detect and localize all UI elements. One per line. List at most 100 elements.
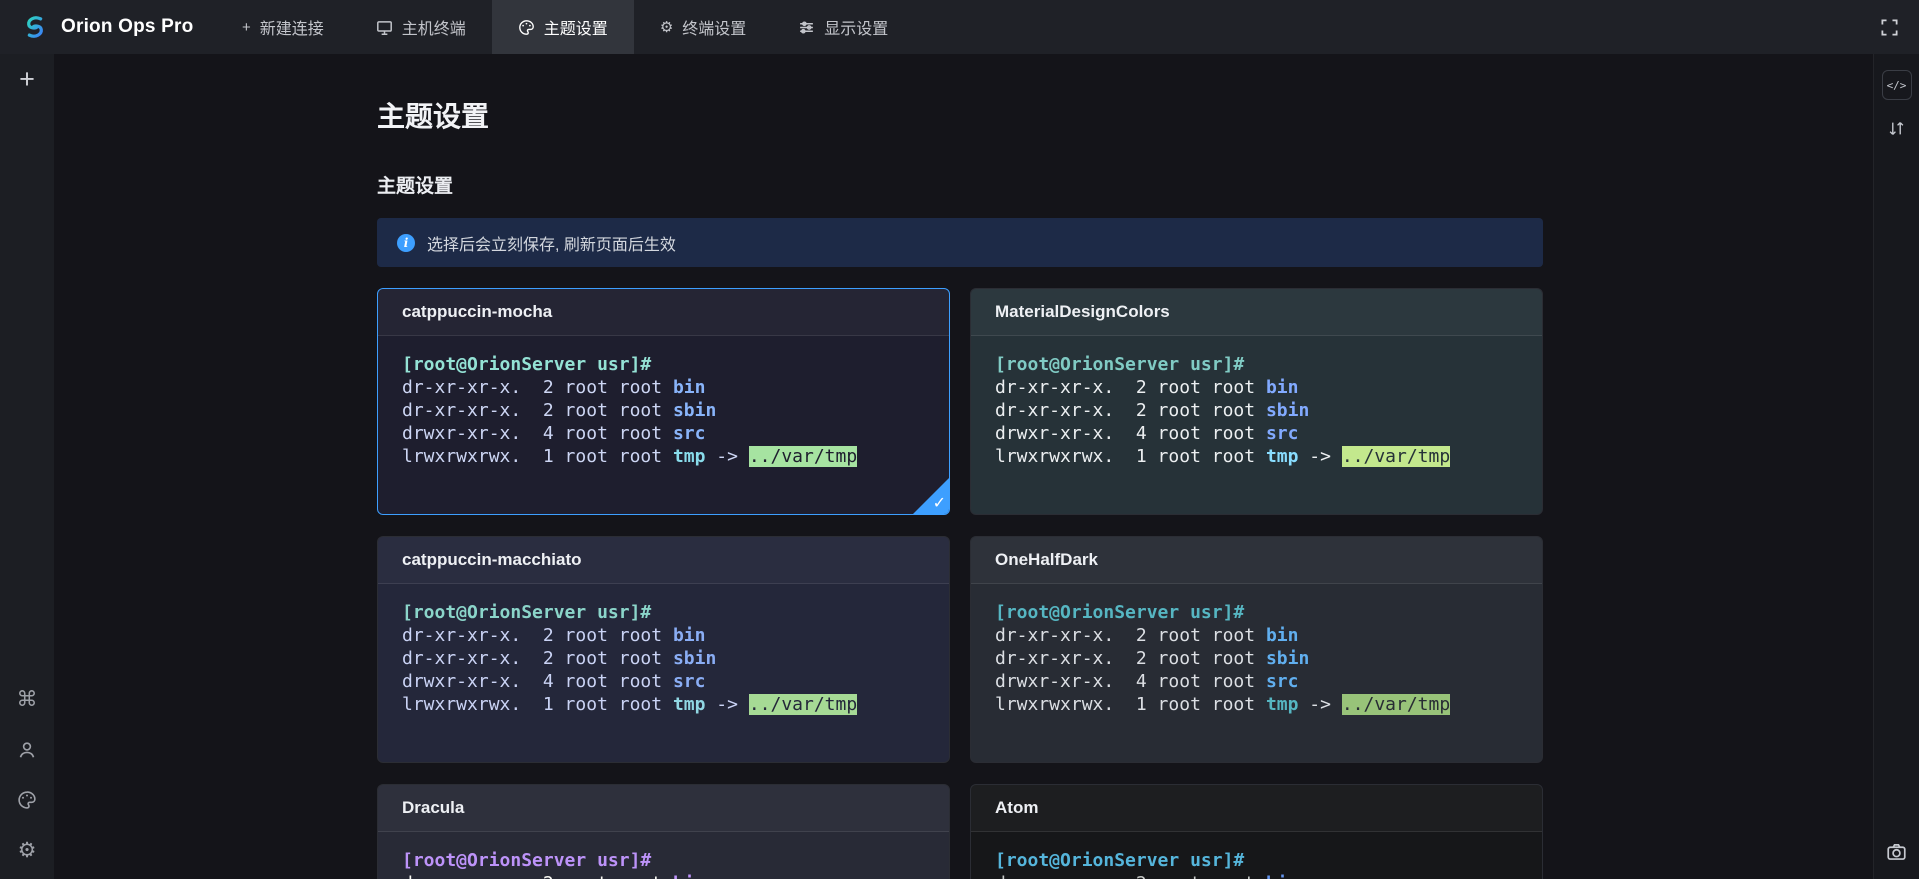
nav-item-terminal-settings[interactable]: ⚙ 终端设置 [634, 0, 772, 54]
sliders-icon [798, 19, 815, 36]
terminal-preview: [root@OrionServer usr]#dr-xr-xr-x. 2 roo… [971, 832, 1542, 879]
theme-card[interactable]: Dracula [root@OrionServer usr]#dr-xr-xr-… [377, 784, 950, 879]
left-rail: + ⌘ ⚙ [0, 54, 54, 879]
terminal-text: dr-xr-xr-x. 2 root root [995, 873, 1266, 879]
nav-item-label: 新建连接 [260, 15, 324, 39]
check-icon: ✓ [933, 496, 946, 512]
terminal-text: lrwxrwxrwx. 1 root root [402, 446, 673, 467]
settings-gear-icon[interactable]: ⚙ [18, 840, 37, 861]
app-title: Orion Ops Pro [61, 16, 193, 38]
terminal-target-text: ../var/tmp [749, 446, 857, 467]
info-alert: i 选择后会立刻保存, 刷新页面后生效 [377, 218, 1543, 267]
terminal-line: drwxr-xr-x. 4 root root src [995, 670, 1518, 693]
terminal-text: -> [705, 694, 748, 715]
theme-palette-icon[interactable] [17, 790, 37, 810]
theme-card-header: MaterialDesignColors [971, 289, 1542, 336]
nav-item-display-settings[interactable]: 显示设置 [772, 0, 914, 54]
terminal-prompt: [root@OrionServer usr]# [995, 601, 1518, 624]
terminal-dir-text: sbin [1266, 400, 1309, 421]
terminal-text: dr-xr-xr-x. 2 root root [995, 648, 1266, 669]
theme-card-header: OneHalfDark [971, 537, 1542, 584]
terminal-dir-text: sbin [673, 400, 716, 421]
terminal-text: drwxr-xr-x. 4 root root [995, 423, 1266, 444]
nav-item-host-terminal[interactable]: 主机终端 [350, 0, 492, 54]
theme-name: Atom [995, 798, 1038, 817]
theme-card-header: catppuccin-mocha [378, 289, 949, 336]
top-navbar: Orion Ops Pro + 新建连接 主机终端 [0, 0, 1919, 54]
terminal-line: drwxr-xr-x. 4 root root src [995, 422, 1518, 445]
terminal-text: dr-xr-xr-x. 2 root root [402, 873, 673, 879]
theme-card[interactable]: MaterialDesignColors [root@OrionServer u… [970, 288, 1543, 515]
theme-card[interactable]: catppuccin-mocha [root@OrionServer usr]#… [377, 288, 950, 515]
selected-check-badge: ✓ [912, 477, 950, 515]
theme-card-header: catppuccin-macchiato [378, 537, 949, 584]
terminal-text: dr-xr-xr-x. 2 root root [402, 377, 673, 398]
theme-name: catppuccin-macchiato [402, 550, 582, 569]
terminal-text: -> [1298, 446, 1341, 467]
terminal-dir-text: bin [1266, 377, 1299, 398]
terminal-line: dr-xr-xr-x. 2 root root bin [995, 376, 1518, 399]
app-brand[interactable]: Orion Ops Pro [0, 0, 216, 54]
terminal-text: dr-xr-xr-x. 2 root root [402, 400, 673, 421]
terminal-text: dr-xr-xr-x. 2 root root [995, 400, 1266, 421]
terminal-line: lrwxrwxrwx. 1 root root tmp -> ../var/tm… [402, 445, 925, 468]
nav-item-new-connection[interactable]: + 新建连接 [216, 0, 350, 54]
fullscreen-icon[interactable] [1880, 18, 1899, 37]
nav-item-theme-settings[interactable]: 主题设置 [492, 0, 634, 54]
theme-card-header: Dracula [378, 785, 949, 832]
plus-icon: + [242, 20, 251, 35]
nav-item-label: 显示设置 [824, 15, 888, 39]
terminal-text: dr-xr-xr-x. 2 root root [402, 625, 673, 646]
terminal-text: dr-xr-xr-x. 2 root root [402, 648, 673, 669]
terminal-text: lrwxrwxrwx. 1 root root [995, 446, 1266, 467]
terminal-dir-text: sbin [673, 648, 716, 669]
user-icon[interactable] [17, 740, 37, 760]
top-nav: + 新建连接 主机终端 主题设置 ⚙ 终端 [216, 0, 914, 54]
theme-card[interactable]: catppuccin-macchiato [root@OrionServer u… [377, 536, 950, 763]
terminal-preview: [root@OrionServer usr]#dr-xr-xr-x. 2 roo… [378, 832, 949, 879]
nav-item-label: 主题设置 [544, 15, 608, 39]
terminal-text: -> [1298, 694, 1341, 715]
terminal-link-text: tmp [673, 446, 706, 467]
theme-card[interactable]: OneHalfDark [root@OrionServer usr]#dr-xr… [970, 536, 1543, 763]
theme-card-header: Atom [971, 785, 1542, 832]
terminal-target-text: ../var/tmp [749, 694, 857, 715]
terminal-dir-text: sbin [1266, 648, 1309, 669]
sort-icon[interactable] [1888, 120, 1905, 137]
theme-name: MaterialDesignColors [995, 302, 1170, 321]
terminal-dir-text: bin [1266, 873, 1299, 879]
theme-cards-grid: catppuccin-mocha [root@OrionServer usr]#… [377, 288, 1543, 879]
theme-name: OneHalfDark [995, 550, 1098, 569]
terminal-text: lrwxrwxrwx. 1 root root [995, 694, 1266, 715]
section-title: 主题设置 [377, 171, 1543, 198]
terminal-line: dr-xr-xr-x. 2 root root bin [995, 872, 1518, 879]
terminal-line: dr-xr-xr-x. 2 root root sbin [402, 399, 925, 422]
terminal-dir-text: src [1266, 671, 1299, 692]
gear-icon: ⚙ [660, 20, 673, 35]
terminal-text: lrwxrwxrwx. 1 root root [402, 694, 673, 715]
terminal-line: dr-xr-xr-x. 2 root root bin [995, 624, 1518, 647]
terminal-text: dr-xr-xr-x. 2 root root [995, 625, 1266, 646]
terminal-target-text: ../var/tmp [1342, 694, 1450, 715]
code-toggle-icon[interactable]: </> [1882, 70, 1912, 100]
right-rail-bottom [1886, 842, 1907, 879]
terminal-link-text: tmp [1266, 446, 1299, 467]
terminal-preview: [root@OrionServer usr]#dr-xr-xr-x. 2 roo… [378, 336, 949, 508]
command-icon[interactable]: ⌘ [17, 689, 38, 710]
terminal-line: dr-xr-xr-x. 2 root root sbin [995, 399, 1518, 422]
page-title: 主题设置 [377, 95, 1543, 135]
terminal-text: -> [705, 446, 748, 467]
screenshot-camera-icon[interactable] [1886, 842, 1907, 863]
terminal-prompt: [root@OrionServer usr]# [995, 353, 1518, 376]
new-tab-plus-icon[interactable]: + [19, 66, 35, 93]
terminal-text: dr-xr-xr-x. 2 root root [995, 377, 1266, 398]
terminal-line: dr-xr-xr-x. 2 root root bin [402, 376, 925, 399]
terminal-prompt: [root@OrionServer usr]# [402, 353, 925, 376]
theme-card[interactable]: Atom [root@OrionServer usr]#dr-xr-xr-x. … [970, 784, 1543, 879]
terminal-prompt: [root@OrionServer usr]# [402, 849, 925, 872]
app-logo-icon [20, 12, 50, 42]
theme-name: Dracula [402, 798, 464, 817]
info-icon: i [397, 234, 415, 252]
topbar-right [1860, 0, 1919, 54]
nav-item-label: 主机终端 [402, 15, 466, 39]
